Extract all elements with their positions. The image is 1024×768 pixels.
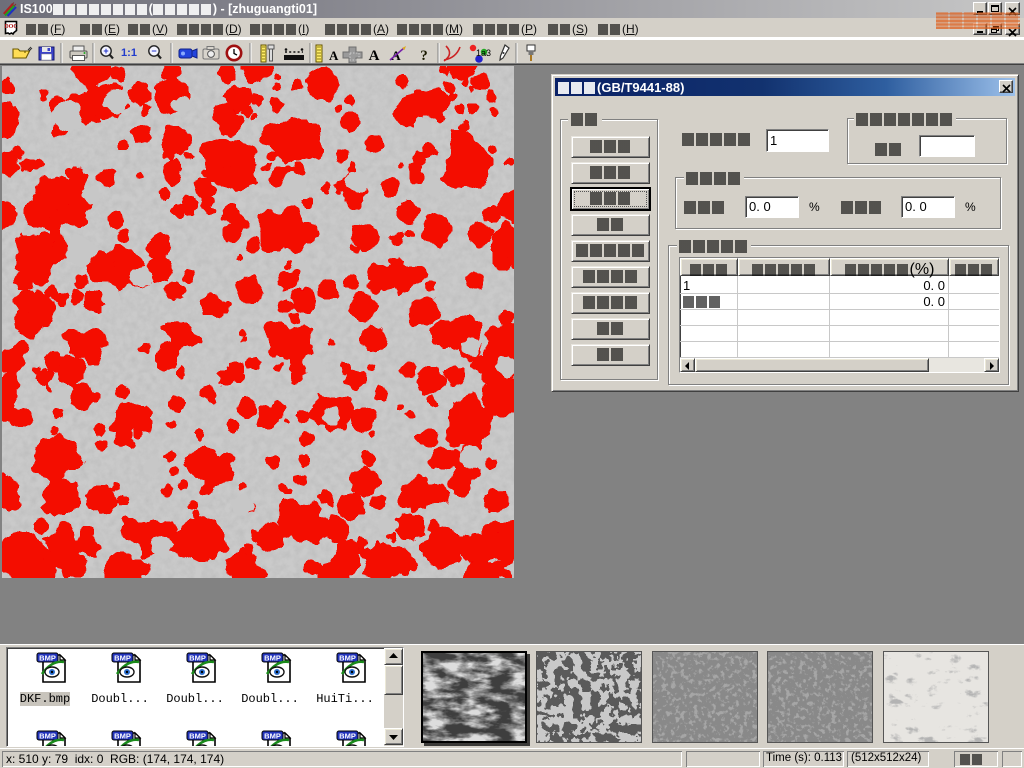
svg-text:BMP: BMP — [264, 732, 281, 741]
svg-text:BMP: BMP — [114, 732, 131, 741]
svg-text:?: ? — [420, 48, 428, 64]
svg-text:BMP: BMP — [189, 654, 206, 663]
svg-text:BMP: BMP — [339, 654, 356, 663]
svg-text:BMP: BMP — [39, 732, 56, 741]
svg-text:A: A — [369, 48, 380, 64]
svg-text:BMP: BMP — [189, 732, 206, 741]
svg-text:1a3: 1a3 — [476, 48, 491, 58]
svg-text:1:1: 1:1 — [121, 47, 137, 59]
svg-text:−: − — [151, 46, 156, 56]
svg-text:BMP: BMP — [264, 654, 281, 663]
svg-text:BMP: BMP — [339, 732, 356, 741]
svg-text:A: A — [329, 48, 339, 63]
svg-text:BMP: BMP — [39, 654, 56, 663]
svg-text:+: + — [103, 46, 108, 56]
svg-text:BMP: BMP — [114, 654, 131, 663]
svg-text:DOC: DOC — [4, 24, 17, 30]
